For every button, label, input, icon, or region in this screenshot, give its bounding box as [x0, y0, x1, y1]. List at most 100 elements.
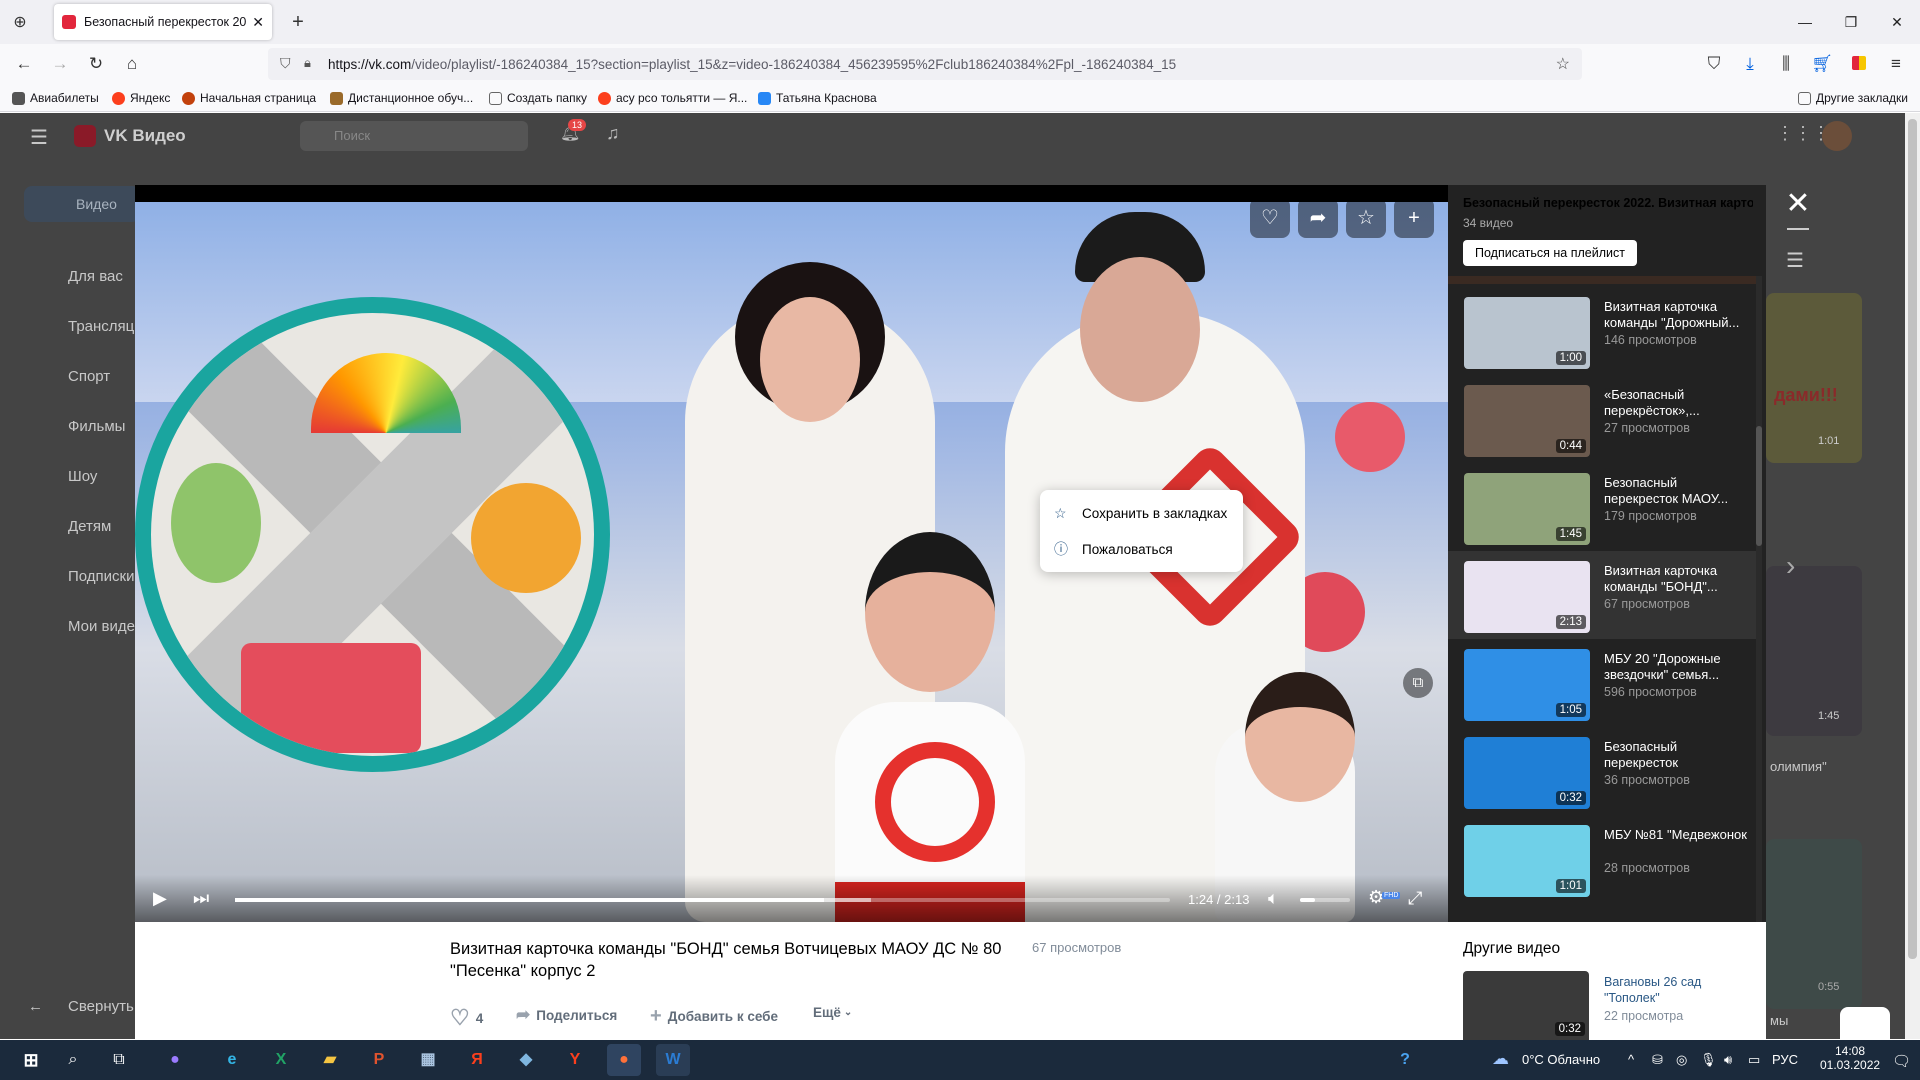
music-icon[interactable]: ♫ [606, 123, 620, 144]
other-video-title[interactable]: Вагановы 26 сад "Тополек" [1604, 974, 1754, 1006]
back-arrow-icon[interactable]: ← [10, 50, 38, 78]
playlist-item-thumbnail[interactable]: 1:45 [1464, 473, 1590, 545]
bookmark-item[interactable]: Татьяна Краснова [758, 88, 877, 108]
file-explorer-icon[interactable]: ▰ [313, 1044, 347, 1076]
volume-icon[interactable]: 🔈︎ [1268, 888, 1279, 909]
other-video-thumbnail[interactable]: 0:32 [1463, 971, 1589, 1040]
extension-flag-icon[interactable] [1852, 56, 1866, 70]
edge-icon[interactable]: e [215, 1044, 249, 1076]
add-to-my-videos-button[interactable]: + Добавить к себе [650, 1005, 778, 1028]
alice-icon[interactable]: ● [158, 1044, 192, 1076]
bg-video-card[interactable] [1766, 839, 1862, 1009]
bookmark-star-icon[interactable]: ☆ [1346, 198, 1386, 238]
new-tab-button[interactable]: + [284, 8, 312, 36]
menu-hamburger-icon[interactable]: ≡ [1882, 50, 1910, 78]
reload-icon[interactable]: ↻ [82, 50, 110, 78]
bookmark-item[interactable]: Дистанционное обуч... [330, 88, 473, 108]
yandex-icon[interactable]: Я [460, 1044, 494, 1076]
share-arrow-icon[interactable]: ➦ [1298, 198, 1338, 238]
playlist-item-title[interactable]: «Безопасный перекрёсток»,... [1604, 387, 1750, 419]
playlist-item-thumbnail[interactable]: 0:44 [1464, 385, 1590, 457]
playlist-item-title[interactable]: МБУ 20 "Дорожные звездочки" семья... [1604, 651, 1750, 683]
powerpoint-icon[interactable]: P [362, 1044, 396, 1076]
close-icon[interactable]: ✕ [1783, 186, 1813, 221]
menu-icon[interactable]: ☰ [30, 125, 48, 150]
network-icon[interactable]: ⛁ [1652, 1052, 1663, 1068]
more-button[interactable]: Ещё ⌄ [813, 1005, 852, 1020]
save-to-bookmarks-menu-item[interactable]: ☆ Сохранить в закладках [1054, 500, 1227, 526]
report-menu-item[interactable]: ⓘ Пожаловаться [1054, 536, 1173, 562]
sidebar-item-for-you[interactable]: Для вас [68, 268, 123, 285]
restore-button[interactable]: ❐ [1828, 6, 1874, 38]
firefox-icon[interactable]: ● [607, 1044, 641, 1076]
playlist-item-thumbnail[interactable]: 0:32 [1464, 737, 1590, 809]
playlist-item[interactable]: 1:05 МБУ 20 "Дорожные звездочки" семья...… [1448, 639, 1760, 727]
like-video-icon[interactable]: ♡ [1250, 198, 1290, 238]
playlist-toggle-icon[interactable]: ☰ [1786, 248, 1804, 273]
chevron-right-icon[interactable]: › [1786, 550, 1795, 582]
bookmark-item[interactable]: Начальная страница [182, 88, 316, 108]
playlist-item[interactable]: 0:32 Безопасный перекресток 36 просмотров [1448, 727, 1760, 815]
browser-tab[interactable]: Безопасный перекресток 2022 ✕ [54, 4, 272, 40]
sidebar-item-sport[interactable]: Спорт [68, 368, 110, 385]
webcam-icon[interactable]: ◎ [1676, 1052, 1687, 1068]
task-view-icon[interactable]: ⧉ [102, 1044, 136, 1076]
playlist-title[interactable]: Безопасный перекресток 2022. Визитная ка… [1463, 196, 1753, 210]
scrollbar-thumb[interactable] [1908, 119, 1917, 959]
other-bookmarks[interactable]: Другие закладки [1798, 88, 1908, 108]
sidebar-item-films[interactable]: Фильмы [68, 418, 125, 435]
like-button[interactable]: ♡ 4 [450, 1005, 483, 1031]
subscribe-playlist-button[interactable]: Подписаться на плейлист [1463, 240, 1637, 266]
bookmark-item[interactable]: асу рсо тольятти — Я... [598, 88, 747, 108]
sidebar-item-kids[interactable]: Детям [68, 518, 111, 535]
minimize-overlay-icon[interactable] [1787, 228, 1809, 230]
library-icon[interactable]: ⫼ [1772, 50, 1800, 78]
video-frame[interactable] [135, 202, 1448, 922]
clock[interactable]: 14:08 01.03.2022 [1820, 1044, 1880, 1072]
play-icon[interactable]: ▶ [153, 888, 167, 909]
playlist-item-title[interactable]: Визитная карточка команды "Дорожный... [1604, 299, 1750, 331]
downloads-icon[interactable]: ⤓ [1736, 50, 1764, 78]
playlist-item-thumbnail[interactable]: 1:05 [1464, 649, 1590, 721]
sidebar-item-video[interactable]: Видео [24, 186, 140, 222]
speaker-icon[interactable]: 🔊︎ [1724, 1052, 1732, 1068]
playlist-item-thumbnail[interactable]: 1:00 [1464, 297, 1590, 369]
excel-icon[interactable]: X [264, 1044, 298, 1076]
playlist-item-thumbnail[interactable]: 2:13 [1464, 561, 1590, 633]
bookmark-item[interactable]: Создать папку [489, 88, 587, 108]
next-icon[interactable]: ⏭︎ [193, 888, 209, 909]
language-indicator[interactable]: РУС [1772, 1052, 1798, 1067]
volume-slider[interactable] [1300, 898, 1350, 902]
avatar[interactable] [1822, 121, 1852, 151]
sidebar-item-subscriptions[interactable]: Подписки [68, 568, 135, 585]
playlist-item-title[interactable]: Безопасный перекресток МАОУ... [1604, 475, 1750, 507]
bg-video-card[interactable] [1766, 293, 1862, 463]
notifications-icon[interactable]: 🗨︎ [1892, 1052, 1911, 1070]
forward-arrow-icon[interactable]: → [46, 50, 74, 78]
microphone-icon[interactable]: 🎙︎ [1700, 1052, 1717, 1068]
windows-start-icon[interactable]: ⊞ [14, 1044, 48, 1076]
playlist-item-thumbnail[interactable]: 1:01 [1464, 825, 1590, 897]
playlist-item[interactable]: 1:01 МБУ №81 "Медвежонок 28 просмотров [1448, 815, 1760, 903]
playlist-scrollbar-thumb[interactable] [1756, 426, 1762, 546]
playlist-item[interactable]: 2:13 Визитная карточка команды "БОНД"... 6… [1448, 551, 1760, 639]
playlist-item[interactable]: 1:45 Безопасный перекресток МАОУ... 179 пр… [1448, 463, 1760, 551]
pocket-icon[interactable]: ⛉ [1700, 50, 1728, 78]
bookmark-star-icon[interactable]: ☆ [1556, 54, 1570, 74]
calculator-icon[interactable]: ▦ [411, 1044, 445, 1076]
add-plus-icon[interactable]: + [1394, 198, 1434, 238]
miniplayer-icon[interactable]: ⧉ [1403, 668, 1433, 698]
word-icon[interactable]: W [656, 1044, 690, 1076]
playlist-item-title[interactable]: Визитная карточка команды "БОНД"... [1604, 563, 1750, 595]
playlist-item[interactable]: 1:00 Визитная карточка команды "Дорожный.… [1448, 287, 1760, 375]
firefox-view-icon[interactable]: ⊕ [10, 12, 30, 32]
home-icon[interactable]: ⌂ [118, 50, 146, 78]
minimize-button[interactable]: — [1782, 6, 1828, 38]
help-icon[interactable]: ? [1388, 1044, 1422, 1076]
bookmark-item[interactable]: Яндекс [112, 88, 170, 108]
bookmark-item[interactable]: Авиабилеты [12, 88, 99, 108]
yandex-browser-icon[interactable]: Y [558, 1044, 592, 1076]
playlist-item-title[interactable]: МБУ №81 "Медвежонок [1604, 827, 1750, 843]
sidebar-item-my-videos[interactable]: Мои видео [68, 618, 143, 635]
tab-close-icon[interactable]: ✕ [252, 14, 264, 31]
